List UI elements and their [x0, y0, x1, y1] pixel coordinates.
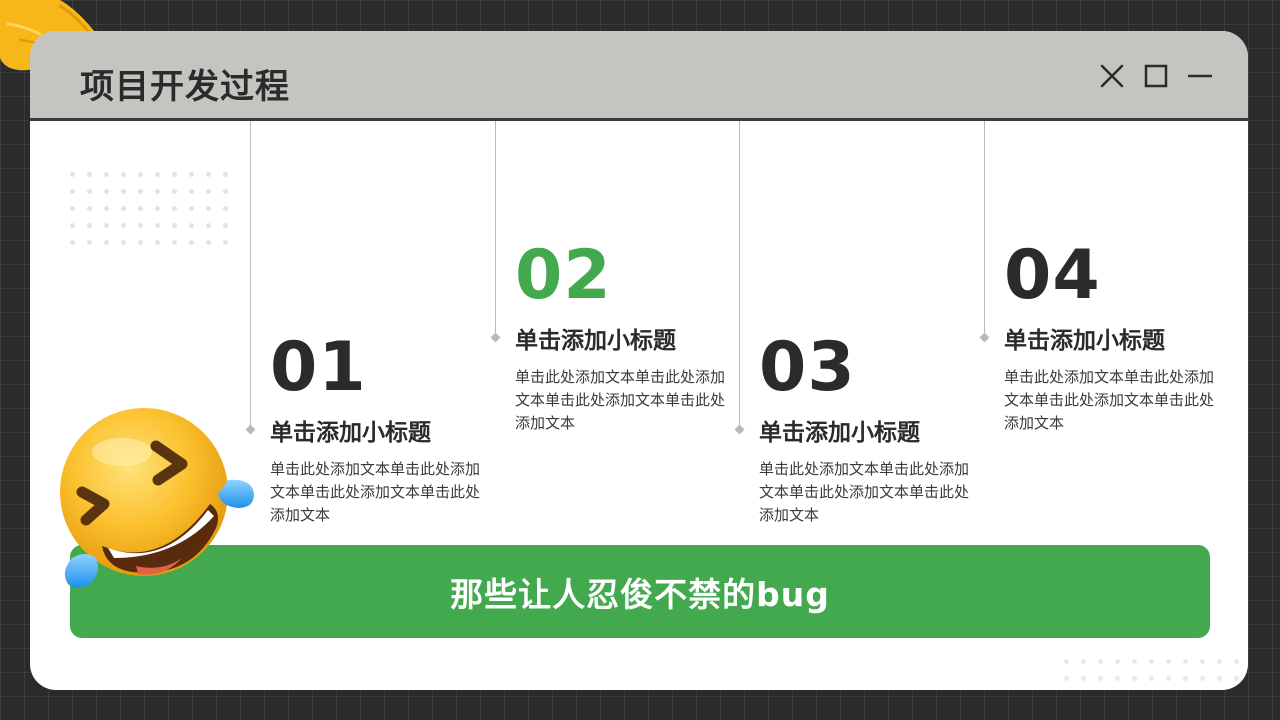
maximize-icon[interactable]	[1144, 64, 1168, 88]
title-bar: 项目开发过程	[30, 31, 1248, 121]
step-number: 04	[1004, 236, 1101, 315]
step-title[interactable]: 单击添加小标题	[1004, 328, 1224, 356]
timeline-line	[495, 121, 496, 338]
dot-pattern	[1058, 653, 1248, 690]
step-number: 01	[270, 328, 367, 407]
step-text[interactable]: 单击此处添加文本单击此处添加文本单击此处添加文本单击此处添加文本	[270, 458, 490, 527]
step-number: 02	[515, 236, 612, 315]
step-item: 03 单击添加小标题 单击此处添加文本单击此处添加文本单击此处添加文本单击此处添…	[759, 334, 979, 527]
close-icon[interactable]	[1100, 64, 1124, 88]
step-text[interactable]: 单击此处添加文本单击此处添加文本单击此处添加文本单击此处添加文本	[515, 366, 735, 435]
window-title: 项目开发过程	[80, 67, 290, 107]
step-item: 02 单击添加小标题 单击此处添加文本单击此处添加文本单击此处添加文本单击此处添…	[515, 242, 735, 435]
banner-text: 那些让人忍俊不禁的bug	[450, 574, 830, 614]
step-text[interactable]: 单击此处添加文本单击此处添加文本单击此处添加文本单击此处添加文本	[1004, 366, 1224, 435]
step-item: 01 单击添加小标题 单击此处添加文本单击此处添加文本单击此处添加文本单击此处添…	[270, 334, 490, 527]
step-item: 04 单击添加小标题 单击此处添加文本单击此处添加文本单击此处添加文本单击此处添…	[1004, 242, 1224, 435]
timeline-line	[984, 121, 985, 338]
laughing-emoji-icon	[60, 408, 254, 588]
timeline-line	[250, 121, 251, 430]
timeline-line	[739, 121, 740, 430]
step-title[interactable]: 单击添加小标题	[515, 328, 735, 356]
step-text[interactable]: 单击此处添加文本单击此处添加文本单击此处添加文本单击此处添加文本	[759, 458, 979, 527]
step-title[interactable]: 单击添加小标题	[759, 420, 979, 448]
minimize-icon[interactable]	[1188, 64, 1212, 88]
dot-pattern	[64, 166, 234, 251]
window-controls	[1100, 64, 1212, 88]
step-title[interactable]: 单击添加小标题	[270, 420, 490, 448]
step-number: 03	[759, 328, 856, 407]
